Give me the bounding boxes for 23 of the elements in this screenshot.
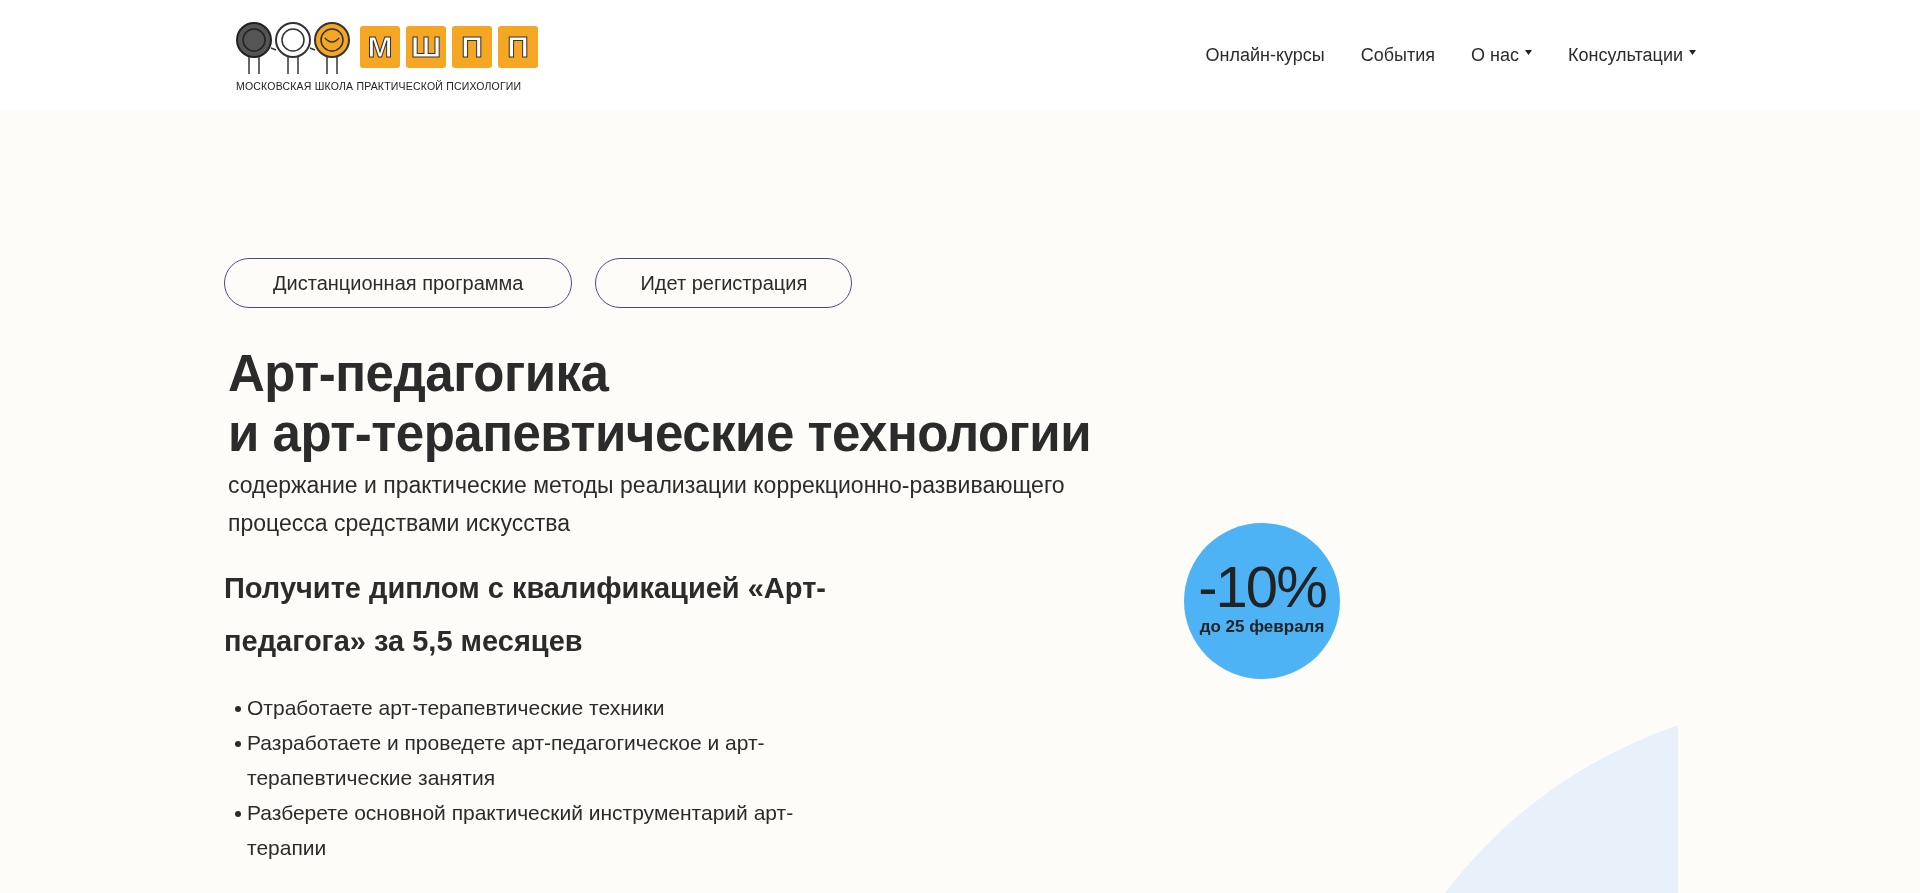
bullet-text: Отработаете арт-терапевтические техники: [247, 695, 665, 721]
discount-value: -10%: [1198, 557, 1326, 617]
nav-link[interactable]: О нас: [1471, 44, 1532, 66]
logo-caption: МОСКОВСКАЯ ШКОЛА ПРАКТИЧЕСКОЙ ПСИХОЛОГИИ: [236, 80, 523, 92]
page-title: Арт-педагогика: [228, 344, 611, 404]
bullet-text: Разберете основной практический инструментарий арт-терапии: [247, 800, 795, 861]
logo-letter: М: [360, 26, 400, 68]
bullet-icon: [235, 741, 241, 747]
page-title: и арт-терапевтические технологии: [228, 404, 1092, 464]
bullet-icon: [235, 706, 241, 712]
subtitle: содержание и практические методы реализации коррекционно-развивающего процесса средствами искусства: [228, 471, 1066, 538]
logo-letter: П: [452, 26, 492, 68]
discount-date: до 25 февраля: [1199, 617, 1325, 637]
logo-letter: П: [498, 26, 538, 68]
nav-link[interactable]: Консультации: [1568, 44, 1696, 66]
headline: Получите диплом с квалификацией «Арт-педагога» за 5,5 месяцев: [224, 571, 827, 659]
bullet-text: Разработаете и проведете арт-педагогическое и арт-терапевтические занятия: [247, 730, 766, 791]
nav-link[interactable]: Онлайн-курсы: [1205, 44, 1325, 66]
bullet-icon: [235, 811, 241, 817]
tag-pill: Дистанционная программа: [224, 258, 573, 308]
nav-link[interactable]: События: [1360, 44, 1436, 66]
logo-letter: Ш: [406, 26, 446, 68]
tag-pill: Идет регистрация: [595, 258, 853, 308]
